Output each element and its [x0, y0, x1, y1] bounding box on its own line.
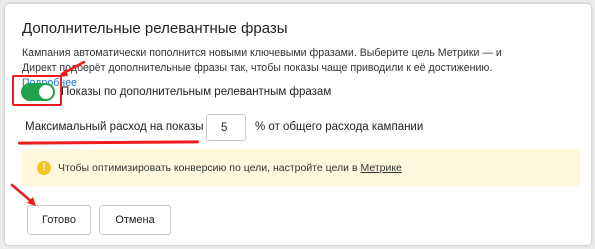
arrow-to-done [10, 183, 36, 206]
annotation-arrows [10, 60, 86, 206]
arrow-to-toggle [58, 60, 86, 77]
